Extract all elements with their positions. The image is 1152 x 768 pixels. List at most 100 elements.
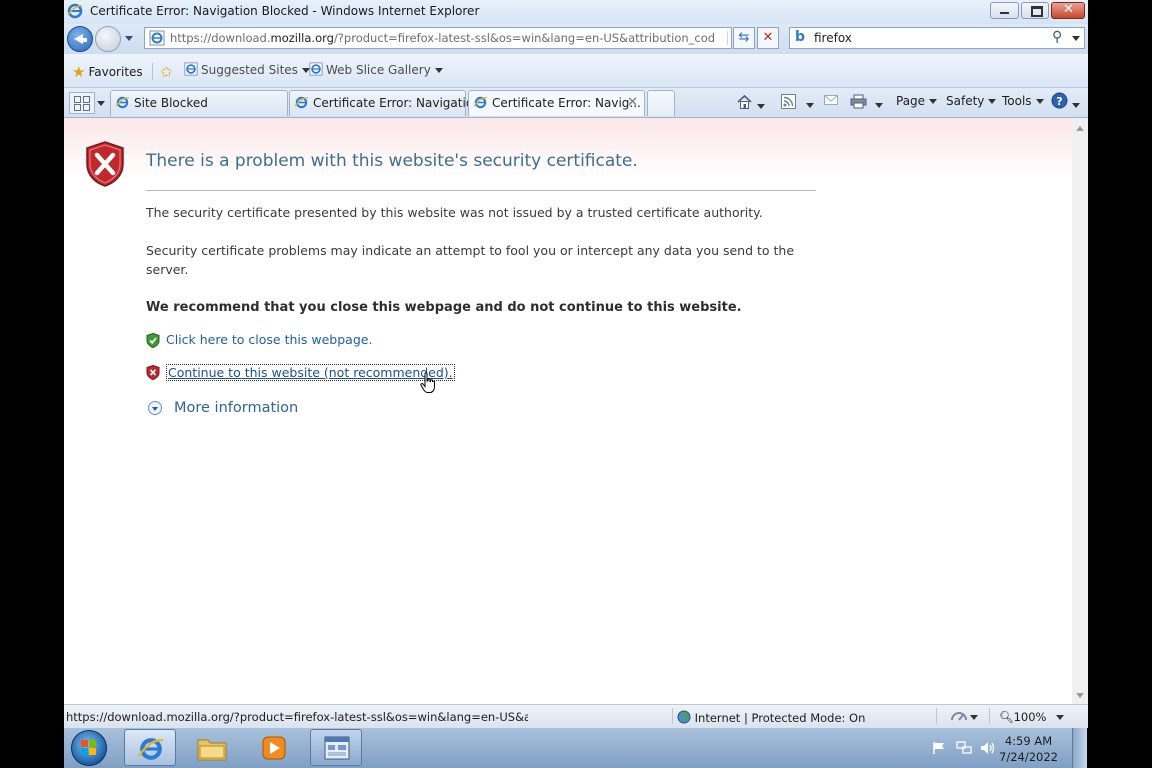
favorites-bar: ★ Favorites ✩ Suggested Sites Web Slice G… (64, 54, 1088, 88)
refresh-icon: ⇆ (738, 30, 750, 45)
web-slice-gallery-link[interactable]: Web Slice Gallery (309, 62, 443, 77)
forward-button[interactable] (95, 26, 121, 52)
more-information-link[interactable]: More information (174, 400, 298, 416)
tab-label: Certificate Error: Navigatio... (313, 96, 485, 110)
taskbar-windows-explorer[interactable] (186, 729, 238, 766)
search-box[interactable]: b firefox ⚲ (789, 27, 1085, 49)
action-center-flag-icon[interactable] (932, 741, 946, 758)
help-button[interactable]: ? (1051, 92, 1080, 112)
stop-icon: ✕ (762, 30, 774, 45)
page-menu[interactable]: Page (896, 94, 938, 108)
page-icon (473, 95, 488, 113)
minimize-button[interactable] (990, 2, 1019, 19)
taskbar-clock[interactable]: 4:59 AM 7/24/2022 (999, 733, 1058, 765)
start-button[interactable] (71, 730, 107, 766)
zoom-level: 100% (1013, 710, 1047, 724)
tools-menu[interactable]: Tools (1002, 94, 1044, 108)
scroll-down-arrow-icon[interactable] (1076, 693, 1084, 698)
taskbar-internet-explorer[interactable] (124, 729, 176, 766)
error-shield-icon (84, 140, 126, 191)
search-input[interactable]: firefox (814, 31, 852, 45)
new-tab-button[interactable] (647, 90, 675, 116)
tools-menu-label: Tools (1002, 94, 1032, 108)
tab-site-blocked[interactable]: Site Blocked (110, 90, 288, 116)
quick-tabs-button[interactable] (69, 92, 95, 114)
back-button[interactable] (67, 26, 93, 52)
address-prefix: https://download. (170, 31, 271, 45)
close-window-button[interactable]: ✕ (1051, 2, 1085, 19)
warning-paragraph: Security certificate problems may indica… (146, 243, 795, 277)
expand-chevron-icon[interactable] (148, 401, 162, 415)
help-icon: ? (1051, 92, 1068, 112)
suggested-sites-icon (184, 62, 198, 77)
web-slice-icon (309, 62, 323, 77)
tab-list-dropdown[interactable] (97, 101, 105, 106)
print-button[interactable] (850, 94, 883, 112)
close-tab-icon[interactable]: ✕ (627, 95, 638, 110)
security-zone-label: Internet | Protected Mode: On (694, 711, 866, 725)
ie-logo-icon (137, 735, 165, 766)
tab-label: Certificate Error: Navig... (492, 96, 641, 110)
refresh-button[interactable]: ⇆ (733, 27, 755, 49)
recent-pages-dropdown[interactable] (125, 36, 133, 41)
taskbar-media-player[interactable] (248, 729, 300, 766)
tab-bar: Site Blocked Certificate Error: Navigati… (64, 88, 1088, 118)
quick-tabs-icon (74, 96, 81, 103)
page-icon (115, 95, 130, 113)
taskbar-app[interactable] (310, 729, 362, 766)
home-button[interactable] (736, 94, 765, 113)
popup-blocker-icon[interactable] (950, 709, 968, 726)
show-desktop-button[interactable] (1072, 728, 1087, 768)
continue-to-website-link[interactable]: Continue to this website (not recommende… (166, 364, 455, 381)
page-icon (294, 95, 309, 113)
page-title: There is a problem with this website's s… (146, 151, 638, 171)
heading-divider (146, 190, 816, 191)
chevron-down-icon[interactable] (970, 715, 978, 720)
explanation-paragraph: The security certificate presented by th… (146, 205, 763, 220)
maximize-button[interactable] (1021, 2, 1049, 19)
safety-menu[interactable]: Safety (946, 94, 997, 108)
add-to-favorites-bar-button[interactable]: ✩ (160, 62, 173, 81)
favorites-button[interactable]: ★ Favorites (72, 62, 143, 81)
status-divider (672, 708, 673, 724)
mail-icon (824, 95, 838, 109)
address-domain: mozilla.org (270, 31, 334, 45)
chevron-down-icon (929, 99, 938, 104)
read-mail-button[interactable] (824, 94, 838, 109)
tab-certificate-error-active[interactable]: Certificate Error: Navig... ✕ (468, 90, 645, 116)
chevron-down-icon[interactable] (1056, 715, 1064, 720)
suggested-sites-label: Suggested Sites (201, 63, 298, 77)
media-player-icon (261, 735, 287, 764)
add-favorite-icon: ✩ (160, 63, 173, 81)
chevron-down-icon (875, 103, 883, 108)
tab-certificate-error-1[interactable]: Certificate Error: Navigatio... (289, 90, 484, 116)
page-menu-label: Page (896, 94, 926, 108)
chevron-down-icon (1072, 103, 1080, 108)
chevron-down-icon (806, 103, 814, 108)
printer-icon (850, 94, 867, 112)
network-icon[interactable] (956, 741, 972, 758)
address-url[interactable]: https://download.mozilla.org/?product=fi… (170, 31, 715, 45)
zoom-control[interactable]: 🔍︎100% (999, 710, 1047, 724)
clock-time: 4:59 AM (1004, 734, 1053, 748)
chevron-down-icon (988, 99, 997, 104)
magnifier-icon: 🔍︎ (999, 710, 1014, 724)
volume-icon[interactable] (980, 740, 996, 759)
folder-icon (197, 736, 227, 764)
home-icon (736, 94, 753, 113)
scroll-up-arrow-icon[interactable] (1076, 126, 1084, 131)
vertical-scrollbar[interactable] (1072, 118, 1088, 704)
status-url: https://download.mozilla.org/?product=fi… (66, 710, 528, 724)
search-icon[interactable]: ⚲ (1052, 29, 1062, 45)
close-webpage-link[interactable]: Click here to close this webpage. (166, 332, 372, 347)
suggested-sites-link[interactable]: Suggested Sites (184, 62, 310, 77)
address-divider (727, 31, 728, 45)
address-bar[interactable]: https://download.mozilla.org/?product=fi… (144, 27, 732, 49)
security-zone[interactable]: Internet | Protected Mode: On (677, 710, 865, 725)
feeds-button[interactable] (781, 94, 814, 112)
search-options-dropdown[interactable] (1072, 36, 1080, 41)
title-bar: Certificate Error: Navigation Blocked - … (64, 0, 1088, 24)
globe-icon (677, 710, 691, 725)
stop-button[interactable]: ✕ (757, 27, 779, 49)
safety-menu-label: Safety (946, 94, 985, 108)
